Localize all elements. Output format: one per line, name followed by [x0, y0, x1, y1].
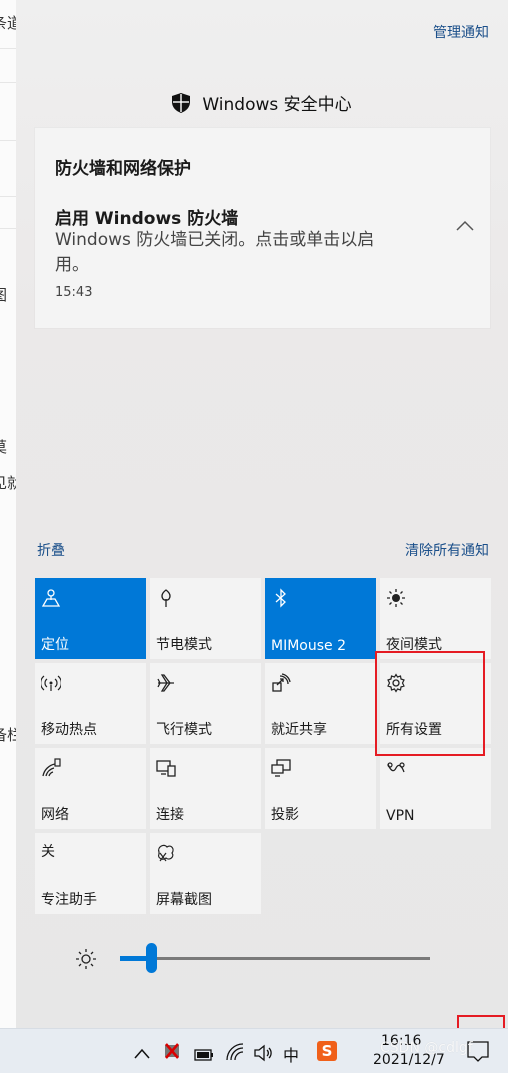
- nearby-share-icon: [272, 673, 291, 692]
- tile-label: 定位: [41, 637, 69, 653]
- tile-connect[interactable]: 连接: [150, 748, 261, 829]
- background-window: 条道 图 莫 见就 备栏: [0, 0, 17, 1028]
- brightness-slider-thumb[interactable]: [146, 943, 157, 973]
- night-light-icon: [387, 589, 405, 607]
- connect-icon: [156, 760, 176, 777]
- tile-battery-saver[interactable]: 节电模式: [150, 578, 261, 659]
- chevron-up-icon[interactable]: [133, 1044, 151, 1064]
- notification-card[interactable]: 防火墙和网络保护 启用 Windows 防火墙 Windows 防火墙已关闭。点…: [35, 128, 490, 328]
- tile-focus-assist[interactable]: 关 专注助手: [35, 833, 146, 914]
- tile-bluetooth[interactable]: MIMouse 2: [265, 578, 376, 659]
- tile-vpn[interactable]: VPN: [380, 748, 491, 829]
- battery-icon[interactable]: [194, 1045, 214, 1065]
- screen-snip-icon: [158, 844, 174, 862]
- tile-label: 网络: [41, 807, 69, 823]
- battery-saver-icon: [161, 589, 171, 607]
- manage-notifications-link[interactable]: 管理通知: [433, 22, 489, 42]
- notification-time: 15:43: [55, 285, 93, 300]
- bluetooth-icon: [275, 588, 286, 608]
- location-icon: [41, 589, 61, 607]
- tile-label: 屏幕截图: [156, 892, 212, 908]
- tile-night-light[interactable]: 夜间模式: [380, 578, 491, 659]
- background-text: 条道: [0, 12, 16, 33]
- project-icon: [271, 759, 291, 777]
- clear-all-notifications-link[interactable]: 清除所有通知: [405, 540, 489, 560]
- notification-body: Windows 防火墙已关闭。点击或单击以启用。: [55, 230, 375, 275]
- background-text: 图: [0, 284, 7, 305]
- collapse-link[interactable]: 折叠: [37, 540, 65, 560]
- background-text: 莫: [0, 436, 7, 457]
- tile-project[interactable]: 投影: [265, 748, 376, 829]
- tile-label: 就近共享: [271, 722, 327, 738]
- highlight-box: [375, 651, 485, 756]
- notification-app-header: Windows 安全中心: [16, 90, 508, 118]
- tile-label: 连接: [156, 807, 184, 823]
- tile-label: 节电模式: [156, 637, 212, 653]
- notification-group-title: 防火墙和网络保护: [55, 159, 191, 179]
- vpn-icon: [387, 762, 405, 773]
- volume-icon[interactable]: [253, 1043, 273, 1063]
- brightness-icon: [76, 949, 96, 969]
- tile-airplane-mode[interactable]: 飞行模式: [150, 663, 261, 744]
- network-icon: [42, 758, 61, 777]
- background-text: 见就: [0, 472, 16, 493]
- tile-mobile-hotspot[interactable]: 移动热点: [35, 663, 146, 744]
- notification-app-title: Windows 安全中心: [202, 95, 352, 115]
- tile-label: 飞行模式: [156, 722, 212, 738]
- tile-label: 移动热点: [41, 722, 97, 738]
- watermark: CSDN @cdlgf: [380, 1040, 473, 1056]
- security-warning-icon[interactable]: [163, 1041, 183, 1061]
- tile-label: 专注助手: [41, 892, 97, 908]
- mobile-hotspot-icon: [41, 675, 61, 691]
- tile-location[interactable]: 定位: [35, 578, 146, 659]
- tile-nearby-sharing[interactable]: 就近共享: [265, 663, 376, 744]
- notification-title: 启用 Windows 防火墙: [55, 209, 239, 229]
- chevron-up-icon[interactable]: [456, 220, 474, 232]
- airplane-icon: [157, 674, 174, 692]
- action-center: 管理通知 Windows 安全中心 防火墙和网络保护 启用 Windows 防火…: [16, 0, 508, 1028]
- background-text: 备栏: [0, 724, 16, 745]
- tile-network[interactable]: 网络: [35, 748, 146, 829]
- tile-label: VPN: [386, 808, 415, 824]
- focus-assist-icon: 关: [41, 844, 55, 860]
- tile-label: 投影: [271, 807, 299, 823]
- tile-screen-snip[interactable]: 屏幕截图: [150, 833, 261, 914]
- brightness-slider[interactable]: [120, 957, 430, 960]
- wifi-icon[interactable]: [226, 1042, 244, 1062]
- tile-label: MIMouse 2: [271, 638, 346, 654]
- sogou-input-icon[interactable]: S: [317, 1041, 337, 1061]
- shield-icon: [172, 93, 191, 118]
- ime-indicator[interactable]: 中: [283, 1042, 299, 1066]
